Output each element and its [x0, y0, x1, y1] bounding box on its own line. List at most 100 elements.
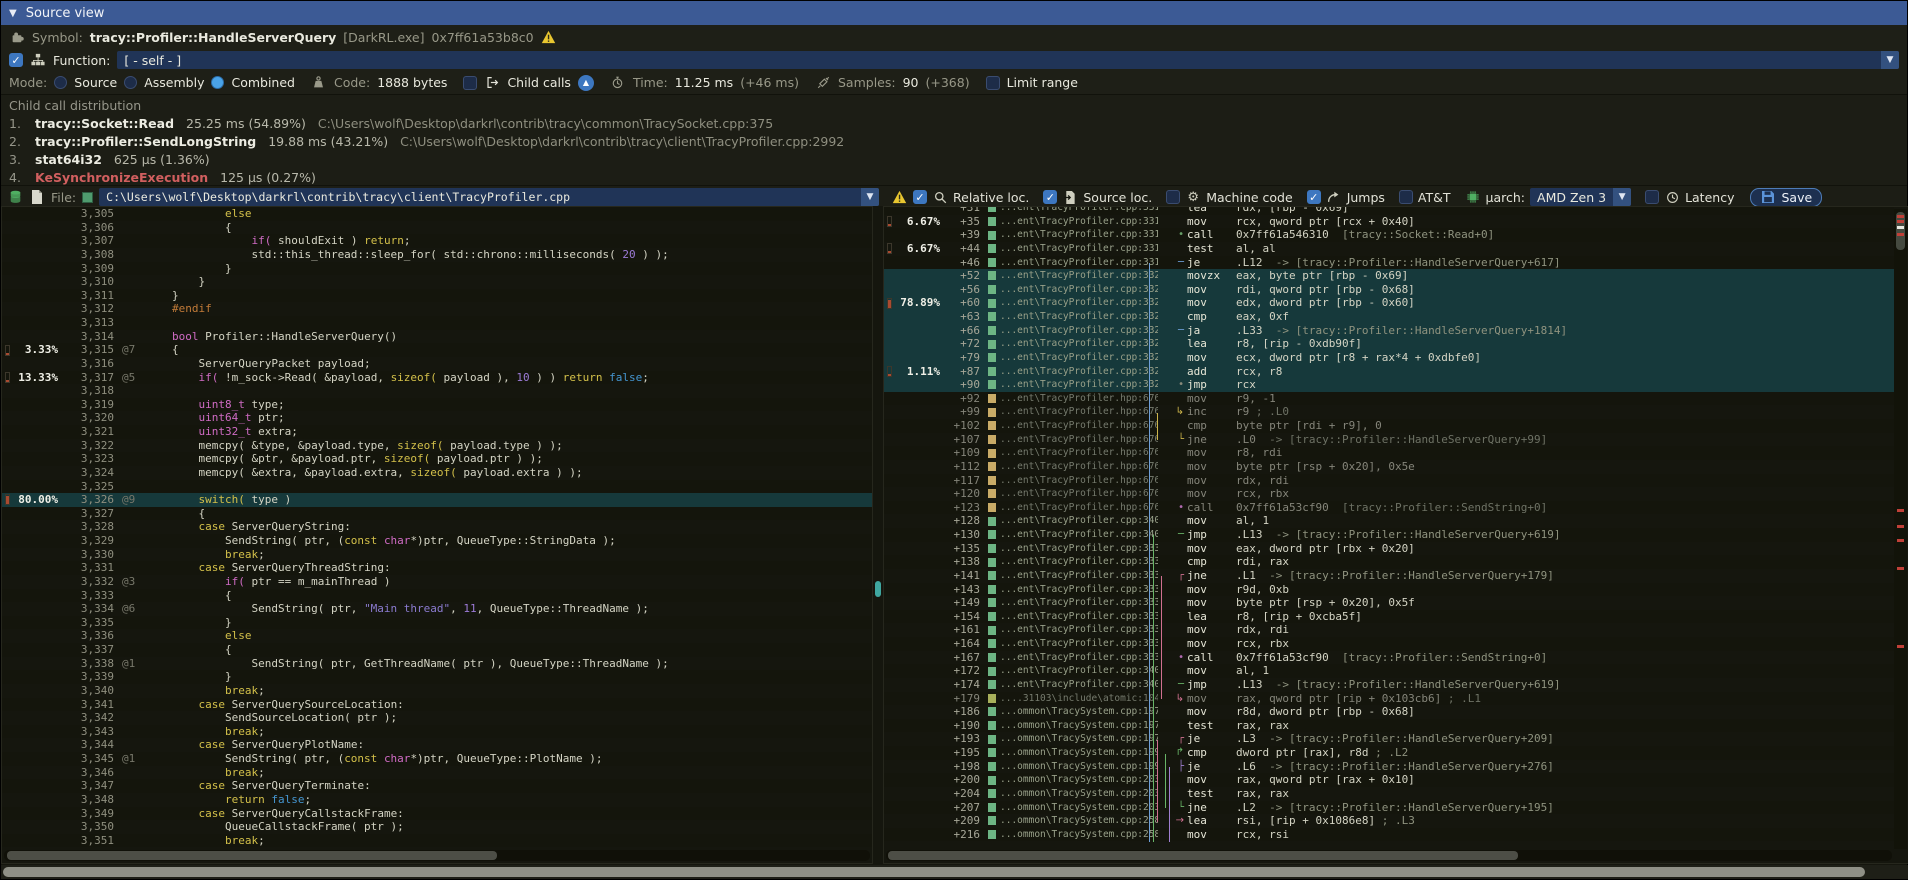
- asm-line[interactable]: 1.11%+87...ent\TracyProfiler.cpp:3326add…: [884, 365, 1894, 379]
- source-line[interactable]: 13.33%3,317@5 if( !m_sock->Read( &payloa…: [2, 371, 872, 385]
- source-line[interactable]: 3,337 {: [2, 643, 872, 657]
- asm-line[interactable]: +190...ommon\TracySystem.cpp:197testrax,…: [884, 719, 1894, 733]
- source-line[interactable]: 3,319 uint8_t type;: [2, 398, 872, 412]
- source-line[interactable]: 80.00%3,326@9 switch( type ): [2, 493, 872, 507]
- source-line[interactable]: 3,330 break;: [2, 548, 872, 562]
- child-call-name[interactable]: KeSynchronizeExecution: [35, 169, 208, 185]
- asm-line[interactable]: +204...ommon\TracySystem.cpp:203testrax,…: [884, 787, 1894, 801]
- asm-line[interactable]: +99...ent\TracyProfiler.hpp:676↳incr9 ; …: [884, 405, 1894, 419]
- asm-line[interactable]: +109...ent\TracyProfiler.hpp:676movr8, r…: [884, 446, 1894, 460]
- asm-line[interactable]: +112...ent\TracyProfiler.hpp:676movbyte …: [884, 460, 1894, 474]
- scrollbar-thumb[interactable]: [3, 867, 1865, 877]
- limit-range-label[interactable]: Limit range: [1007, 75, 1078, 90]
- asm-line[interactable]: 78.89%+60...ent\TracyProfiler.cpp:3326mo…: [884, 296, 1894, 310]
- asm-line[interactable]: 6.67%+44...ent\TracyProfiler.cpp:3317tes…: [884, 242, 1894, 256]
- source-line[interactable]: 3,308 std::this_thread::sleep_for( std::…: [2, 248, 872, 262]
- asm-line[interactable]: +117...ent\TracyProfiler.hpp:676movrdx, …: [884, 474, 1894, 488]
- asm-line[interactable]: +102...ent\TracyProfiler.hpp:676cmpbyte …: [884, 419, 1894, 433]
- source-line[interactable]: 3,325: [2, 480, 872, 494]
- asm-line[interactable]: +123...ent\TracyProfiler.hpp:676•call0x7…: [884, 501, 1894, 515]
- asm-line[interactable]: +167...ent\TracyProfiler.cpp:3334•call0x…: [884, 651, 1894, 665]
- source-line[interactable]: 3,329 SendString( ptr, (const char*)ptr,…: [2, 534, 872, 548]
- asm-line[interactable]: +207...ommon\TracySystem.cpp:203└jne.L2 …: [884, 801, 1894, 815]
- asm-line[interactable]: +200...ommon\TracySystem.cpp:203movrax, …: [884, 773, 1894, 787]
- source-hscrollbar[interactable]: [4, 850, 870, 861]
- source-line[interactable]: 3,342 SendSourceLocation( ptr );: [2, 711, 872, 725]
- relative-loc-checkbox[interactable]: [913, 190, 927, 204]
- chevron-down-icon[interactable]: ▼: [861, 188, 879, 206]
- window-hscrollbar[interactable]: [1, 865, 1908, 879]
- att-checkbox[interactable]: [1399, 190, 1413, 204]
- scrollbar-thumb[interactable]: [888, 851, 1518, 860]
- radio-combined-label[interactable]: Combined: [231, 75, 295, 90]
- source-line[interactable]: 3,340 break;: [2, 684, 872, 698]
- asm-line[interactable]: +209...ommon\TracySystem.cpp:258→learsi,…: [884, 814, 1894, 828]
- source-line[interactable]: 3,320 uint64_t ptr;: [2, 411, 872, 425]
- source-line[interactable]: 3,349 case ServerQueryCallstackFrame:: [2, 807, 872, 821]
- toggle-relative-loc[interactable]: Relative loc.: [913, 189, 1029, 205]
- asm-line[interactable]: +56...ent\TracyProfiler.cpp:3326movrdi, …: [884, 283, 1894, 297]
- source-line[interactable]: 3,324 memcpy( &extra, &payload.extra, si…: [2, 466, 872, 480]
- save-button[interactable]: Save: [1750, 188, 1822, 207]
- radio-assembly-label[interactable]: Assembly: [144, 75, 204, 90]
- assembly-vscrollbar[interactable]: [1894, 209, 1907, 849]
- source-line[interactable]: 3,336 else: [2, 629, 872, 643]
- source-line[interactable]: 3,332@3 if( ptr == m_mainThread ): [2, 575, 872, 589]
- source-line[interactable]: 3,335 }: [2, 616, 872, 630]
- asm-line[interactable]: +164...ent\TracyProfiler.cpp:3334movrcx,…: [884, 637, 1894, 651]
- limit-range-checkbox[interactable]: [986, 76, 1000, 90]
- asm-line[interactable]: +52...ent\TracyProfiler.cpp:3326movzxeax…: [884, 269, 1894, 283]
- source-line[interactable]: 3,334@6 SendString( ptr, "Main thread", …: [2, 602, 872, 616]
- asm-line[interactable]: +135...ent\TracyProfiler.cpp:3332moveax,…: [884, 542, 1894, 556]
- function-select[interactable]: [ - self - ] ▼: [117, 51, 1899, 69]
- source-line[interactable]: 3,312#endif: [2, 302, 872, 316]
- pane-splitter[interactable]: [873, 206, 883, 864]
- child-calls-label[interactable]: Child calls: [507, 75, 571, 90]
- radio-combined[interactable]: [211, 76, 224, 89]
- source-line[interactable]: 3,306 {: [2, 221, 872, 235]
- chevron-down-icon[interactable]: ▼: [1881, 51, 1899, 69]
- asm-line[interactable]: +107...ent\TracyProfiler.hpp:676└jne.L0 …: [884, 433, 1894, 447]
- window-titlebar[interactable]: ▼ Source view: [1, 1, 1907, 25]
- scrollbar-thumb[interactable]: [7, 851, 497, 860]
- source-line[interactable]: 3,343 break;: [2, 725, 872, 739]
- source-line[interactable]: 3,348 return false;: [2, 793, 872, 807]
- source-line[interactable]: 3,309 }: [2, 262, 872, 276]
- asm-line[interactable]: +138...ent\TracyProfiler.cpp:3332cmprdi,…: [884, 555, 1894, 569]
- child-calls-up-button[interactable]: ▲: [578, 75, 594, 91]
- assembly-hscrollbar[interactable]: [886, 850, 1892, 861]
- child-call-name[interactable]: tracy::Socket::Read: [35, 115, 174, 133]
- source-line[interactable]: 3,307 if( shouldExit ) return;: [2, 234, 872, 248]
- uarch-select[interactable]: AMD Zen 3 ▼: [1530, 188, 1631, 206]
- asm-line[interactable]: +39...ent\TracyProfiler.cpp:3317•call0x7…: [884, 228, 1894, 242]
- source-line[interactable]: 3,311}: [2, 289, 872, 303]
- asm-line[interactable]: +154...ent\TracyProfiler.cpp:3334lear8, …: [884, 610, 1894, 624]
- child-calls-checkbox[interactable]: [463, 76, 477, 90]
- asm-line[interactable]: +174...ent\TracyProfiler.cpp:3401─jmp.L1…: [884, 678, 1894, 692]
- asm-line[interactable]: +90...ent\TracyProfiler.cpp:3326•jmprcx: [884, 378, 1894, 392]
- asm-line[interactable]: +128...ent\TracyProfiler.cpp:3401moval, …: [884, 514, 1894, 528]
- asm-line[interactable]: +179....31103\include\atomic:1048↳movrax…: [884, 692, 1894, 706]
- child-call-row[interactable]: 1. tracy::Socket::Read 25.25 ms (54.89%)…: [9, 115, 1899, 133]
- source-line[interactable]: 3,341 case ServerQuerySourceLocation:: [2, 698, 872, 712]
- source-line[interactable]: 3,346 break;: [2, 766, 872, 780]
- asm-line[interactable]: +198...ommon\TracySystem.cpp:199├je.L6 -…: [884, 760, 1894, 774]
- radio-source[interactable]: [54, 76, 67, 89]
- asm-line[interactable]: +186...ommon\TracySystem.cpp:197movr8d, …: [884, 705, 1894, 719]
- source-line[interactable]: 3,316 ServerQueryPacket payload;: [2, 357, 872, 371]
- child-call-row[interactable]: 3. stat64i32 625 μs (1.36%): [9, 151, 1899, 169]
- source-line[interactable]: 3,350 QueueCallstackFrame( ptr );: [2, 820, 872, 834]
- child-call-name[interactable]: tracy::Profiler::SendLongString: [35, 133, 256, 151]
- asm-line[interactable]: +172...ent\TracyProfiler.cpp:3401moval, …: [884, 664, 1894, 678]
- file-select[interactable]: C:\Users\wolf\Desktop\darkrl\contrib\tra…: [99, 188, 879, 206]
- collapse-icon[interactable]: ▼: [9, 8, 17, 19]
- chevron-down-icon[interactable]: ▼: [1613, 188, 1631, 206]
- latency-checkbox[interactable]: [1645, 190, 1659, 204]
- source-line[interactable]: 3,321 uint32_t extra;: [2, 425, 872, 439]
- toggle-machine-code[interactable]: ⚙ Machine code: [1166, 189, 1292, 205]
- toggle-source-loc[interactable]: Source loc.: [1043, 189, 1152, 205]
- source-line[interactable]: 3,333 {: [2, 589, 872, 603]
- splitter-grip[interactable]: [875, 581, 881, 597]
- asm-line[interactable]: +31...ent\TracyProfiler.cpp:3317leardx, …: [884, 206, 1894, 215]
- machine-code-checkbox[interactable]: [1166, 190, 1180, 204]
